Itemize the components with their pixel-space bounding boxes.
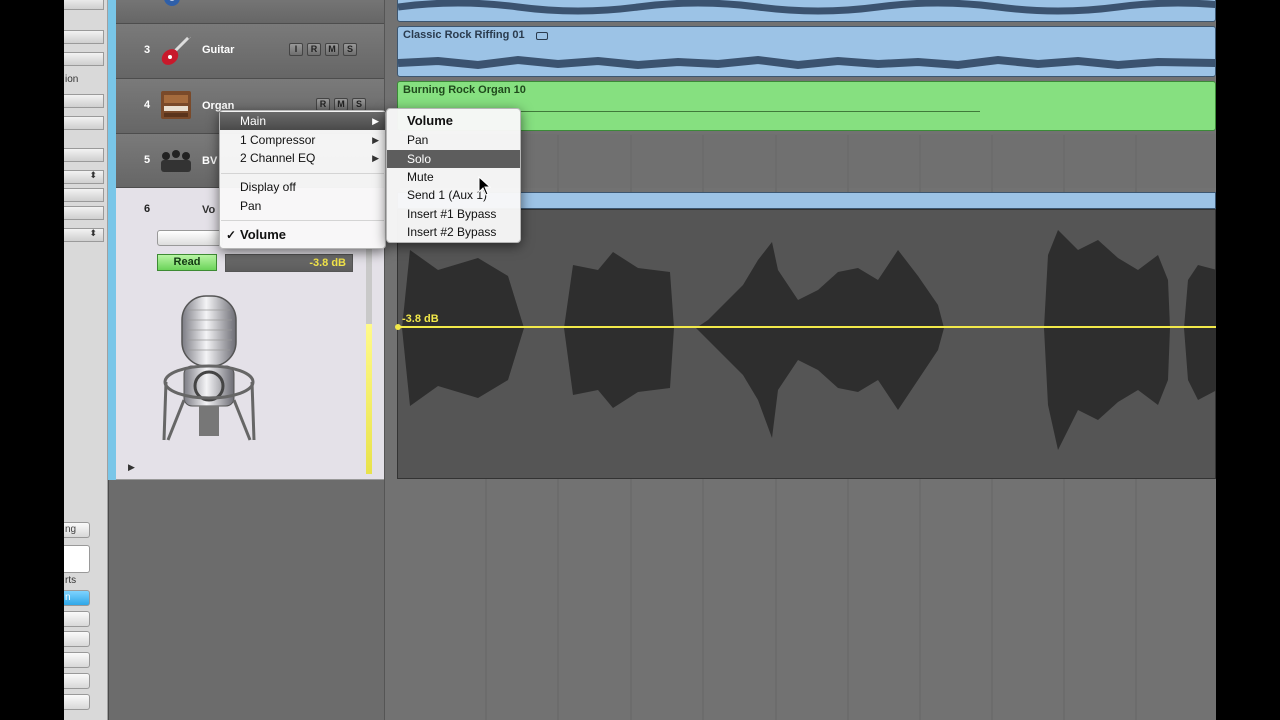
- electric-guitar-icon: [161, 32, 193, 65]
- inspector-button[interactable]: [64, 652, 90, 668]
- menu-item-main[interactable]: Main ▶: [220, 112, 385, 130]
- automation-value-field[interactable]: -3.8 dB: [225, 254, 353, 272]
- inspector-row[interactable]: [64, 52, 104, 66]
- screen-border: [1216, 0, 1280, 720]
- track-number: 3: [144, 44, 151, 56]
- stepper-icon: ⬍: [89, 228, 97, 238]
- automation-node[interactable]: [395, 324, 401, 330]
- menu-item-label: Main: [240, 114, 267, 128]
- menu-item-label: 2 Channel EQ: [240, 151, 316, 165]
- inspector-button[interactable]: [64, 673, 90, 689]
- inspector-row[interactable]: [64, 94, 104, 108]
- inspector-popup[interactable]: ⬍: [64, 170, 104, 184]
- logic-arrange-window: ion ⬍ ⬍ ng rts n 3 Guitar I R M S 4 Orga…: [0, 0, 1280, 720]
- inspector-row[interactable]: [64, 0, 104, 10]
- track-name: BV: [202, 155, 218, 167]
- track-number: 4: [144, 99, 151, 111]
- organ-icon: [161, 91, 191, 119]
- automation-parameter-popup[interactable]: [157, 230, 223, 246]
- inspector-button[interactable]: ng: [64, 522, 90, 538]
- inspector-button[interactable]: [64, 631, 90, 647]
- choir-icon: [161, 150, 191, 172]
- audio-region-vocal[interactable]: [397, 209, 1217, 479]
- submenu-arrow-icon: ▶: [372, 153, 379, 163]
- inspector-button[interactable]: [64, 611, 90, 627]
- track-color-bar: [108, 0, 116, 480]
- midi-note: [520, 111, 980, 112]
- automation-line[interactable]: [397, 326, 1216, 328]
- submenu-item-insert-1-bypass[interactable]: Insert #1 Bypass: [387, 205, 520, 223]
- level-meter: [366, 248, 372, 474]
- track-icon: [164, 0, 180, 6]
- track-name: Vo: [202, 204, 216, 216]
- inspector-row[interactable]: [64, 30, 104, 44]
- inspector-popup[interactable]: ⬍: [64, 228, 104, 242]
- solo-button[interactable]: S: [343, 43, 357, 56]
- inspector-button-active[interactable]: n: [64, 590, 90, 606]
- submenu-item-mute[interactable]: Mute: [387, 168, 520, 186]
- waveform: [398, 0, 1215, 15]
- region-title: Burning Rock Organ 10: [403, 84, 526, 96]
- track-buttons: I R M S: [289, 43, 357, 56]
- automation-value-label: -3.8 dB: [402, 313, 439, 325]
- mouse-pointer-icon: [478, 176, 492, 196]
- submenu-arrow-icon: ▶: [372, 135, 379, 145]
- track-number: 6: [144, 203, 151, 215]
- submenu-item-pan[interactable]: Pan: [387, 131, 520, 149]
- menu-item-label: Pan: [240, 199, 262, 213]
- submenu-item-insert-2-bypass[interactable]: Insert #2 Bypass: [387, 223, 520, 241]
- inspector-row[interactable]: [64, 116, 104, 130]
- menu-item-compressor[interactable]: 1 Compressor ▶: [220, 131, 385, 149]
- mute-button[interactable]: M: [325, 43, 339, 56]
- submenu-item-volume[interactable]: Volume: [387, 112, 520, 130]
- submenu-item-solo[interactable]: Solo: [387, 150, 520, 168]
- waveform: [398, 55, 1215, 70]
- menu-item-channel-eq[interactable]: 2 Channel EQ ▶: [220, 149, 385, 167]
- level-meter-fill: [366, 324, 372, 474]
- record-enable-button[interactable]: R: [307, 43, 321, 56]
- menu-separator: [221, 173, 384, 174]
- menu-item-pan[interactable]: Pan: [220, 197, 385, 215]
- track-header-guitar[interactable]: 3 Guitar I R M S: [116, 24, 384, 79]
- track-number: 5: [144, 154, 151, 166]
- inspector-row[interactable]: [64, 148, 104, 162]
- submenu-item-send-1[interactable]: Send 1 (Aux 1): [387, 186, 520, 204]
- audio-region[interactable]: [397, 0, 1216, 22]
- submenu-arrow-icon: ▶: [372, 116, 379, 126]
- main-submenu: Volume Pan Solo Mute Send 1 (Aux 1) Inse…: [386, 108, 521, 243]
- inspector-row[interactable]: [64, 206, 104, 220]
- automation-parameter-menu: Main ▶ 1 Compressor ▶ 2 Channel EQ ▶ Dis…: [219, 110, 386, 249]
- audio-region-guitar[interactable]: Classic Rock Riffing 01: [397, 26, 1216, 77]
- microphone-icon: [162, 295, 256, 441]
- track-header[interactable]: [116, 0, 384, 24]
- track-name: Guitar: [202, 44, 235, 56]
- menu-item-volume[interactable]: ✓ Volume: [220, 226, 385, 244]
- menu-item-label: Display off: [240, 180, 296, 194]
- input-monitor-button[interactable]: I: [289, 43, 303, 56]
- menu-item-display-off[interactable]: Display off: [220, 178, 385, 196]
- menu-item-label: 1 Compressor: [240, 133, 316, 147]
- stepper-icon: ⬍: [89, 170, 97, 180]
- checkmark-icon: ✓: [226, 228, 237, 242]
- inspector-button[interactable]: [64, 694, 90, 710]
- inspector-panel: ion ⬍ ⬍ ng rts n: [64, 0, 108, 720]
- menu-item-label: Volume: [240, 227, 286, 242]
- inspector-label: rts: [65, 575, 77, 586]
- inspector-label: ion: [65, 74, 79, 85]
- inspector-row[interactable]: [64, 188, 104, 202]
- menu-separator: [221, 220, 384, 221]
- waveform: [402, 230, 1217, 450]
- inspector-field[interactable]: [64, 545, 90, 573]
- disclosure-triangle-icon[interactable]: ▶: [128, 462, 135, 473]
- automation-mode-button[interactable]: Read: [157, 254, 217, 271]
